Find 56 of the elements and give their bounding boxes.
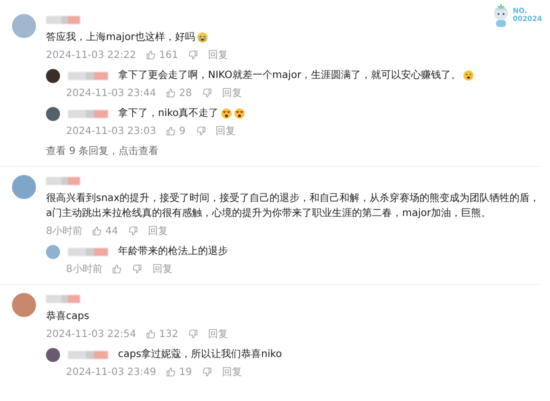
thumbs-up-icon[interactable] [166,88,176,98]
like-count: 9 [179,126,186,136]
user-avatar[interactable] [46,348,60,362]
blurred-username[interactable] [46,177,80,185]
emoji-icon [463,70,474,81]
reply-text: caps拿过妮蔻，所以让我们恭喜niko [118,348,282,362]
comment-text: 答应我，上海major也这样，好吗 [46,30,195,45]
thumbs-up-icon[interactable] [146,50,156,60]
like-count: 44 [105,226,118,236]
reply-button[interactable]: 回复 [208,327,228,341]
thumbs-up-icon[interactable] [166,126,176,136]
post-time: 2024-11-03 23:44 [66,88,156,98]
emoji-icon [234,108,245,119]
blurred-username[interactable] [46,16,80,24]
comment-text: 恭喜caps [46,310,90,324]
reply-text: 拿下了更会走了啊，NIKO就差一个major，生涯圆满了，就可以安心赚钱了。 [118,68,462,83]
post-time: 8小时前 [66,262,102,276]
like-count: 19 [179,366,192,378]
thumbs-down-icon[interactable] [202,88,212,98]
blurred-username[interactable] [68,72,108,80]
view-replies-link[interactable]: 查看 9 条回复，点击查看 [46,144,159,158]
user-avatar[interactable] [46,68,60,82]
thumbs-down-icon[interactable] [188,50,198,60]
thumbs-down-icon[interactable] [196,126,206,136]
reply-text: 拿下了，niko真不走了 [118,106,219,121]
reply-button[interactable]: 回复 [148,224,168,238]
reply-button[interactable]: 回复 [222,365,242,379]
like-count: 161 [159,50,178,60]
reply-button[interactable]: 回复 [208,48,228,62]
comment-text: 很高兴看到snax的提升，接受了时间，接受了自己的退步，和自己和解，从杀穿赛场的熊变成为团队牺牲的盾，a门主动跳出来拉枪线真的很有感触，心境的提升为你带来了职业生涯的第二春，major加油，巨熊。 [46,192,540,221]
reply-button[interactable]: 回复 [152,262,172,276]
blurred-username[interactable] [68,110,108,118]
like-count: 28 [179,88,192,98]
thumbs-up-icon[interactable] [166,367,176,377]
thumbs-down-icon[interactable] [188,329,198,339]
emoji-icon [220,108,232,119]
thumbs-up-icon[interactable] [92,226,102,236]
post-time: 2024-11-03 23:03 [66,126,156,136]
user-avatar[interactable] [46,106,60,120]
emoji-icon [196,32,208,43]
blurred-username[interactable] [68,248,108,256]
reply-text: 年龄带来的枪法上的退步 [118,244,228,259]
post-time: 8小时前 [46,224,82,238]
blurred-username[interactable] [68,350,108,358]
thumbs-up-icon[interactable] [146,329,156,339]
thumbs-down-icon[interactable] [132,264,142,274]
thumbs-down-icon[interactable] [128,226,138,236]
thumbs-down-icon[interactable] [202,367,212,377]
post-time: 2024-11-03 22:54 [46,328,136,340]
post-time: 2024-11-03 23:49 [66,366,156,378]
post-time: 2024-11-03 22:22 [46,50,136,60]
like-count: 132 [159,328,178,340]
reply-button[interactable]: 回复 [216,124,236,138]
blurred-username[interactable] [46,295,80,303]
reply-button[interactable]: 回复 [222,86,242,100]
thumbs-up-icon[interactable] [112,264,122,274]
